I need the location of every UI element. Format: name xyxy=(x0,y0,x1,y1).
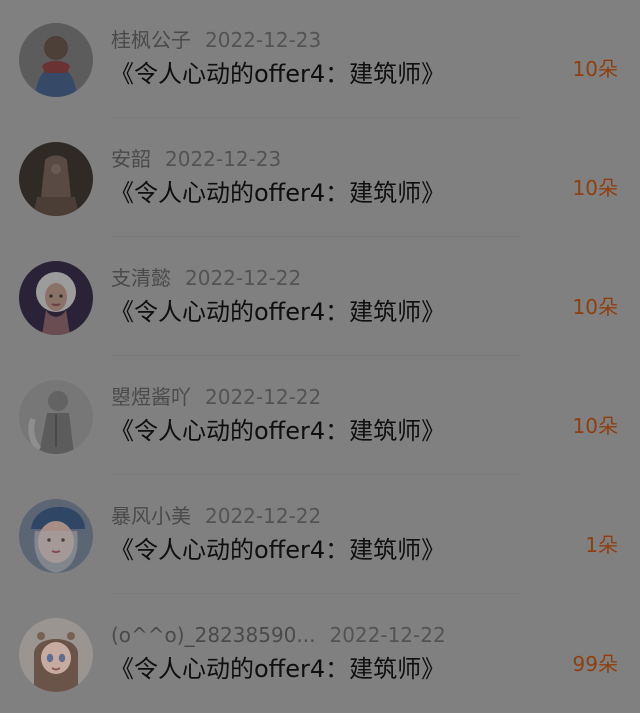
cartoon-girl-avatar-icon[interactable] xyxy=(19,261,93,335)
item-meta: 桂枫公子 2022-12-23 xyxy=(111,27,321,53)
date-text: 2022-12-22 xyxy=(205,385,322,409)
username: 暴风小美 xyxy=(111,504,191,528)
date-text: 2022-12-22 xyxy=(205,504,322,528)
program-title: 《令人心动的offer4：建筑师》 xyxy=(110,655,446,683)
item-meta: 安韶 2022-12-23 xyxy=(111,146,281,172)
username: 曌煜酱吖 xyxy=(111,385,191,409)
divider xyxy=(110,117,520,118)
item-meta: 曌煜酱吖 2022-12-22 xyxy=(111,384,321,410)
username: 桂枫公子 xyxy=(111,28,191,52)
date-text: 2022-12-22 xyxy=(329,623,446,647)
anime-girl-avatar-icon[interactable] xyxy=(19,618,93,692)
gift-count: 10朵 xyxy=(572,414,618,438)
gift-count: 99朵 xyxy=(572,652,618,676)
date-text: 2022-12-23 xyxy=(165,147,282,171)
list-item[interactable]: (o^^o)_28238590... 2022-12-22 《令人心动的offer… xyxy=(0,595,640,713)
list-item[interactable]: 曌煜酱吖 2022-12-22 《令人心动的offer4：建筑师》 10朵 xyxy=(0,357,640,475)
sketch-avatar-icon[interactable] xyxy=(19,380,93,454)
item-meta: 暴风小美 2022-12-22 xyxy=(111,503,321,529)
divider xyxy=(110,355,520,356)
program-title: 《令人心动的offer4：建筑师》 xyxy=(110,60,446,88)
username: 支清懿 xyxy=(111,266,171,290)
gift-count: 1朵 xyxy=(585,533,618,557)
list-item[interactable]: 安韶 2022-12-23 《令人心动的offer4：建筑师》 10朵 xyxy=(0,119,640,237)
divider xyxy=(110,236,520,237)
divider xyxy=(110,474,520,475)
username: (o^^o)_28238590... xyxy=(111,623,316,647)
program-title: 《令人心动的offer4：建筑师》 xyxy=(110,536,446,564)
gift-count: 10朵 xyxy=(572,176,618,200)
date-text: 2022-12-22 xyxy=(185,266,302,290)
dress-avatar-icon[interactable] xyxy=(19,142,93,216)
program-title: 《令人心动的offer4：建筑师》 xyxy=(110,179,446,207)
list-item[interactable]: 桂枫公子 2022-12-23 《令人心动的offer4：建筑师》 10朵 xyxy=(0,0,640,118)
program-title: 《令人心动的offer4：建筑师》 xyxy=(110,417,446,445)
program-title: 《令人心动的offer4：建筑师》 xyxy=(110,298,446,326)
list-item[interactable]: 支清懿 2022-12-22 《令人心动的offer4：建筑师》 10朵 xyxy=(0,238,640,356)
gift-record-list: 桂枫公子 2022-12-23 《令人心动的offer4：建筑师》 10朵 安韶 2… xyxy=(0,0,640,713)
gift-count: 10朵 xyxy=(572,295,618,319)
date-text: 2022-12-23 xyxy=(205,28,322,52)
blue-hat-avatar-icon[interactable] xyxy=(19,499,93,573)
item-meta: (o^^o)_28238590... 2022-12-22 xyxy=(111,622,446,648)
gift-count: 10朵 xyxy=(572,57,618,81)
username: 安韶 xyxy=(111,147,151,171)
list-item[interactable]: 暴风小美 2022-12-22 《令人心动的offer4：建筑师》 1朵 xyxy=(0,476,640,594)
portrait-avatar-icon[interactable] xyxy=(19,23,93,97)
divider xyxy=(110,593,520,594)
item-meta: 支清懿 2022-12-22 xyxy=(111,265,301,291)
